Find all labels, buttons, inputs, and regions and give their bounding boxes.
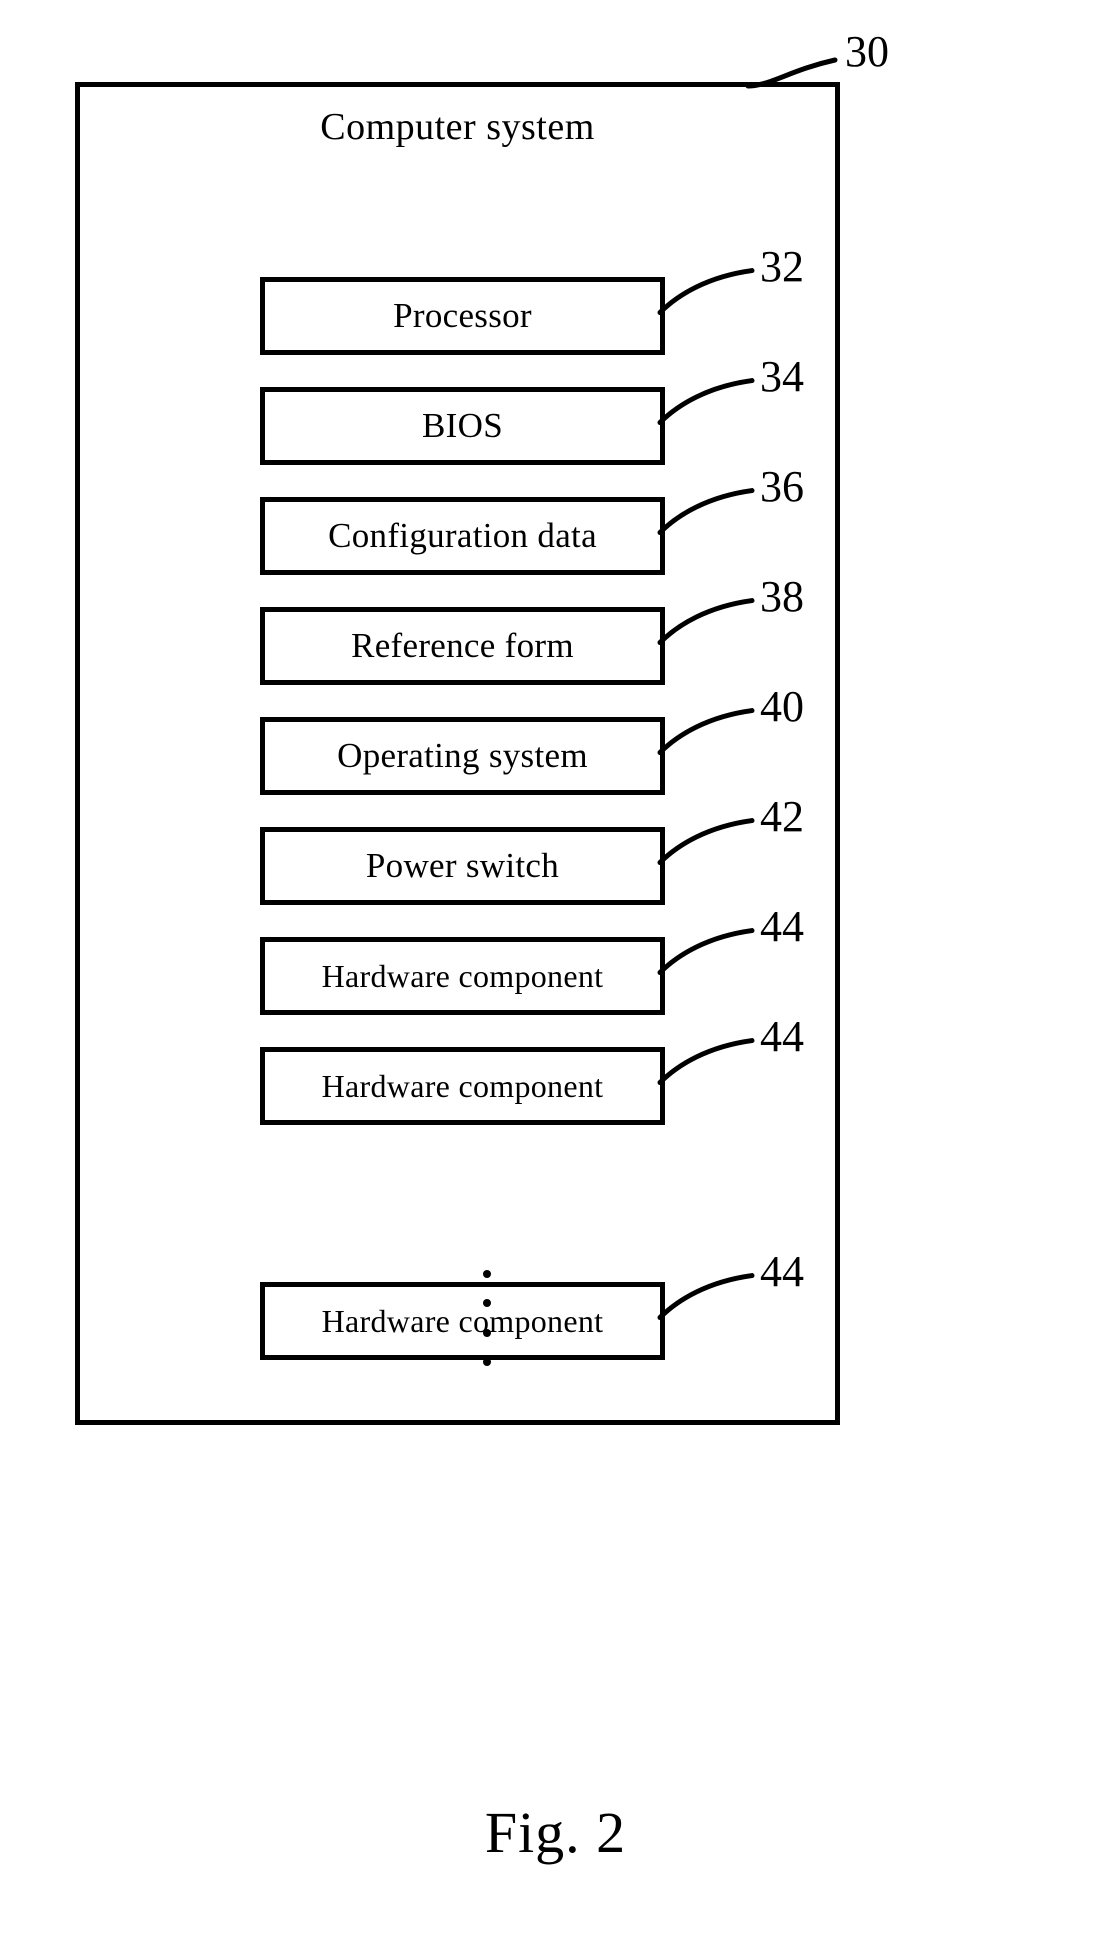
component-box: Hardware component [260,1047,665,1125]
component-label: Processor [393,296,532,335]
figure-caption: Fig. 2 [484,1800,627,1865]
component-box: Configuration data [260,497,665,575]
reference-numeral-component: 36 [760,461,804,511]
component-list: Processor BIOS Configuration data Reference… [80,87,845,1430]
ellipsis-dot [483,1299,491,1308]
component-box: BIOS [260,387,665,465]
ellipsis-dot [483,1328,491,1337]
ellipsis-dot [483,1357,491,1366]
vertical-ellipsis-icon [477,1270,497,1366]
component-label: BIOS [422,406,503,445]
component-label: Hardware component [321,1303,604,1339]
component-label: Reference form [351,626,574,665]
component-label: Hardware component [321,1068,604,1104]
reference-numeral-system: 30 [845,27,889,76]
computer-system-box: Computer system Processor BIOS Configurati… [75,82,840,1425]
patent-figure: Computer system Processor BIOS Configurati… [0,0,1111,1934]
reference-numeral-component: 40 [760,681,804,731]
component-box: Processor [260,277,665,355]
component-label: Hardware component [321,958,604,994]
reference-numeral-component: 44 [760,1011,804,1061]
component-label: Power switch [365,846,560,885]
reference-numeral-component: 32 [760,241,804,291]
component-box: Reference form [260,607,665,685]
reference-numeral-component: 34 [760,351,804,401]
ellipsis-dot [483,1270,491,1278]
component-box: Hardware component [260,937,665,1015]
component-label: Configuration data [328,516,597,555]
reference-numeral-component: 42 [760,791,804,841]
component-label: Operating system [337,736,588,775]
reference-numeral-component: 38 [760,571,804,621]
reference-numeral-component: 44 [760,901,804,951]
component-box: Power switch [260,827,665,905]
component-box: Hardware component [260,1282,665,1360]
reference-numeral-component: 44 [760,1246,804,1296]
component-box: Operating system [260,717,665,795]
